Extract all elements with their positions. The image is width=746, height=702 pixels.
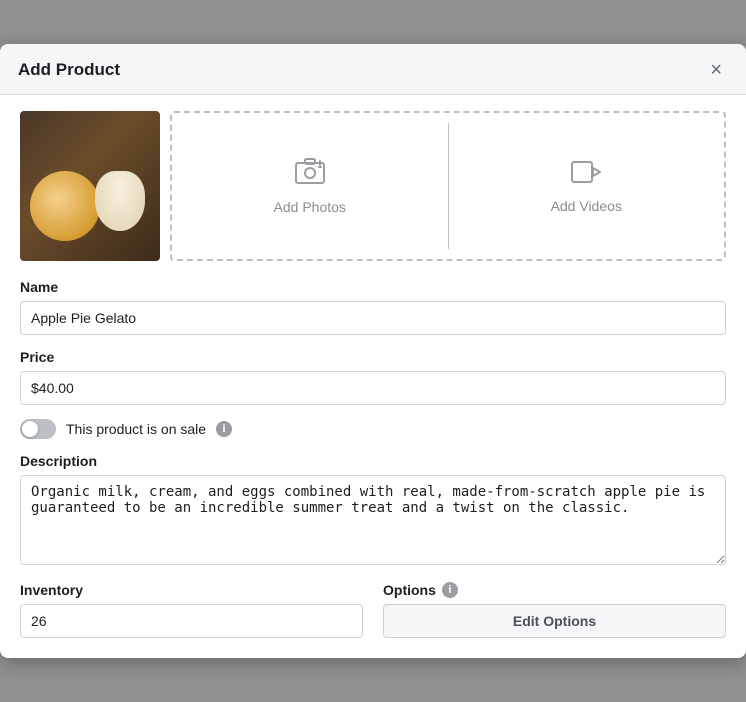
options-label: Options: [383, 582, 436, 598]
options-info-icon[interactable]: i: [442, 582, 458, 598]
inventory-group: Inventory: [20, 582, 363, 638]
modal-title: Add Product: [18, 60, 120, 80]
edit-options-button[interactable]: Edit Options: [383, 604, 726, 638]
add-videos-label: Add Videos: [551, 198, 622, 214]
upload-zone: Add Photos Add Videos: [170, 111, 726, 261]
sale-toggle-label: This product is on sale: [66, 421, 206, 437]
media-section: Add Photos Add Videos: [20, 111, 726, 261]
modal-body: Add Photos Add Videos: [0, 95, 746, 658]
inventory-input[interactable]: [20, 604, 363, 638]
sale-toggle[interactable]: [20, 419, 56, 439]
name-field-group: Name: [20, 279, 726, 335]
name-input[interactable]: [20, 301, 726, 335]
sale-info-icon[interactable]: i: [216, 421, 232, 437]
description-label: Description: [20, 453, 726, 469]
description-input[interactable]: Organic milk, cream, and eggs combined w…: [20, 475, 726, 565]
add-product-modal: Add Product ×: [0, 44, 746, 658]
sale-toggle-row: This product is on sale i: [20, 419, 726, 439]
price-label: Price: [20, 349, 726, 365]
name-label: Name: [20, 279, 726, 295]
modal-header: Add Product ×: [0, 44, 746, 95]
inventory-label: Inventory: [20, 582, 363, 598]
toggle-knob: [22, 421, 38, 437]
add-photos-label: Add Photos: [274, 199, 346, 215]
close-button[interactable]: ×: [704, 58, 728, 82]
options-group: Options i Edit Options: [383, 582, 726, 638]
add-photos-button[interactable]: Add Photos: [172, 113, 448, 259]
add-photos-icon: [295, 158, 325, 191]
add-videos-button[interactable]: Add Videos: [449, 113, 725, 259]
price-field-group: Price: [20, 349, 726, 405]
description-field-group: Description Organic milk, cream, and egg…: [20, 453, 726, 568]
modal-overlay: Add Product ×: [0, 0, 746, 702]
price-input[interactable]: [20, 371, 726, 405]
add-videos-icon: [571, 159, 601, 190]
product-image-inner: [20, 111, 160, 261]
product-image: [20, 111, 160, 261]
options-header: Options i: [383, 582, 726, 598]
bottom-row: Inventory Options i Edit Options: [20, 582, 726, 638]
